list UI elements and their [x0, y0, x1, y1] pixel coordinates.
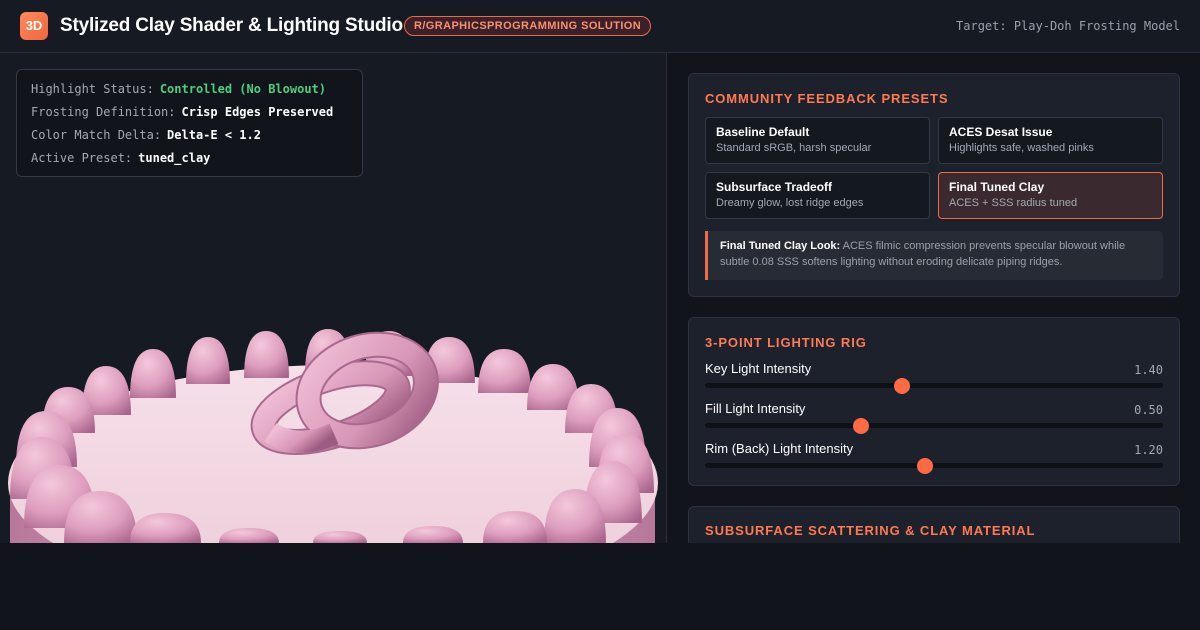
rim-light-slider: Rim (Back) Light Intensity 1.20: [705, 441, 1163, 475]
preset-description-note: Final Tuned Clay Look: ACES filmic compr…: [705, 231, 1163, 280]
preset-desc: Highlights safe, washed pinks: [949, 142, 1094, 154]
app-header: 3D Stylized Clay Shader & Lighting Studi…: [0, 0, 1200, 53]
target-model-label: Target: Play-Doh Frosting Model: [956, 19, 1180, 33]
fill-light-slider: Fill Light Intensity 0.50: [705, 401, 1163, 435]
preset-name: Final Tuned Clay: [949, 180, 1045, 194]
status-value: Controlled (No Blowout): [159, 82, 326, 96]
key-light-slider: Key Light Intensity 1.40: [705, 361, 1163, 395]
slider-track[interactable]: [705, 463, 1163, 468]
status-row-highlight: Highlight Status: Controlled (No Blowout): [31, 80, 348, 103]
status-key: Frosting Definition:: [31, 105, 176, 119]
slider-label: Key Light Intensity: [705, 361, 812, 376]
status-key: Color Match Delta:: [31, 128, 162, 142]
slider-track[interactable]: [705, 383, 1163, 388]
status-value: Delta-E < 1.2: [167, 128, 261, 142]
preset-final-tuned-clay[interactable]: Final Tuned Clay ACES + SSS radius tuned: [938, 172, 1163, 219]
status-row-active-preset: Active Preset: tuned_clay: [31, 149, 348, 172]
control-sidebar: COMMUNITY FEEDBACK PRESETS Baseline Defa…: [668, 53, 1200, 543]
presets-panel-title: COMMUNITY FEEDBACK PRESETS: [705, 91, 949, 106]
lighting-panel: 3-POINT LIGHTING RIG Key Light Intensity…: [688, 317, 1180, 486]
material-panel: SUBSURFACE SCATTERING & CLAY MATERIAL: [688, 506, 1180, 543]
preset-subsurface-tradeoff[interactable]: Subsurface Tradeoff Dreamy glow, lost ri…: [705, 172, 930, 219]
slider-value: 1.40: [1134, 363, 1163, 377]
source-badge: R/GRAPHICSPROGRAMMING SOLUTION: [404, 16, 652, 36]
slider-label: Fill Light Intensity: [705, 401, 806, 416]
preset-desc: ACES + SSS radius tuned: [949, 197, 1078, 209]
preset-desc: Standard sRGB, harsh specular: [716, 142, 872, 154]
preset-aces-desat[interactable]: ACES Desat Issue Highlights safe, washed…: [938, 117, 1163, 164]
slider-thumb[interactable]: [893, 378, 910, 394]
app-logo-icon: 3D: [20, 12, 48, 40]
preset-desc: Dreamy glow, lost ridge edges: [716, 197, 864, 209]
preset-grid: Baseline Default Standard sRGB, harsh sp…: [705, 117, 1163, 219]
note-heading: Final Tuned Clay Look:: [720, 240, 841, 252]
render-status-overlay: Highlight Status: Controlled (No Blowout)…: [16, 69, 363, 177]
slider-thumb[interactable]: [852, 418, 869, 434]
status-key: Highlight Status:: [31, 82, 154, 96]
lighting-panel-title: 3-POINT LIGHTING RIG: [705, 335, 867, 350]
slider-value: 0.50: [1134, 403, 1163, 417]
preset-name: ACES Desat Issue: [949, 125, 1053, 139]
status-value: Crisp Edges Preserved: [181, 105, 334, 119]
status-row-frosting: Frosting Definition: Crisp Edges Preserve…: [31, 103, 348, 126]
slider-track[interactable]: [705, 423, 1163, 428]
status-key: Active Preset:: [31, 151, 133, 165]
app-title: Stylized Clay Shader & Lighting Studio: [60, 15, 403, 36]
status-row-color-delta: Color Match Delta: Delta-E < 1.2: [31, 126, 348, 149]
presets-panel: COMMUNITY FEEDBACK PRESETS Baseline Defa…: [688, 73, 1180, 297]
slider-label: Rim (Back) Light Intensity: [705, 441, 854, 456]
preset-name: Subsurface Tradeoff: [716, 180, 833, 194]
slider-value: 1.20: [1134, 443, 1163, 457]
material-panel-title: SUBSURFACE SCATTERING & CLAY MATERIAL: [705, 523, 1036, 538]
status-value: tuned_clay: [138, 151, 211, 165]
slider-thumb[interactable]: [916, 458, 933, 474]
3d-viewport[interactable]: Highlight Status: Controlled (No Blowout)…: [0, 53, 667, 543]
preset-baseline-default[interactable]: Baseline Default Standard sRGB, harsh sp…: [705, 117, 930, 164]
preset-name: Baseline Default: [716, 125, 810, 139]
